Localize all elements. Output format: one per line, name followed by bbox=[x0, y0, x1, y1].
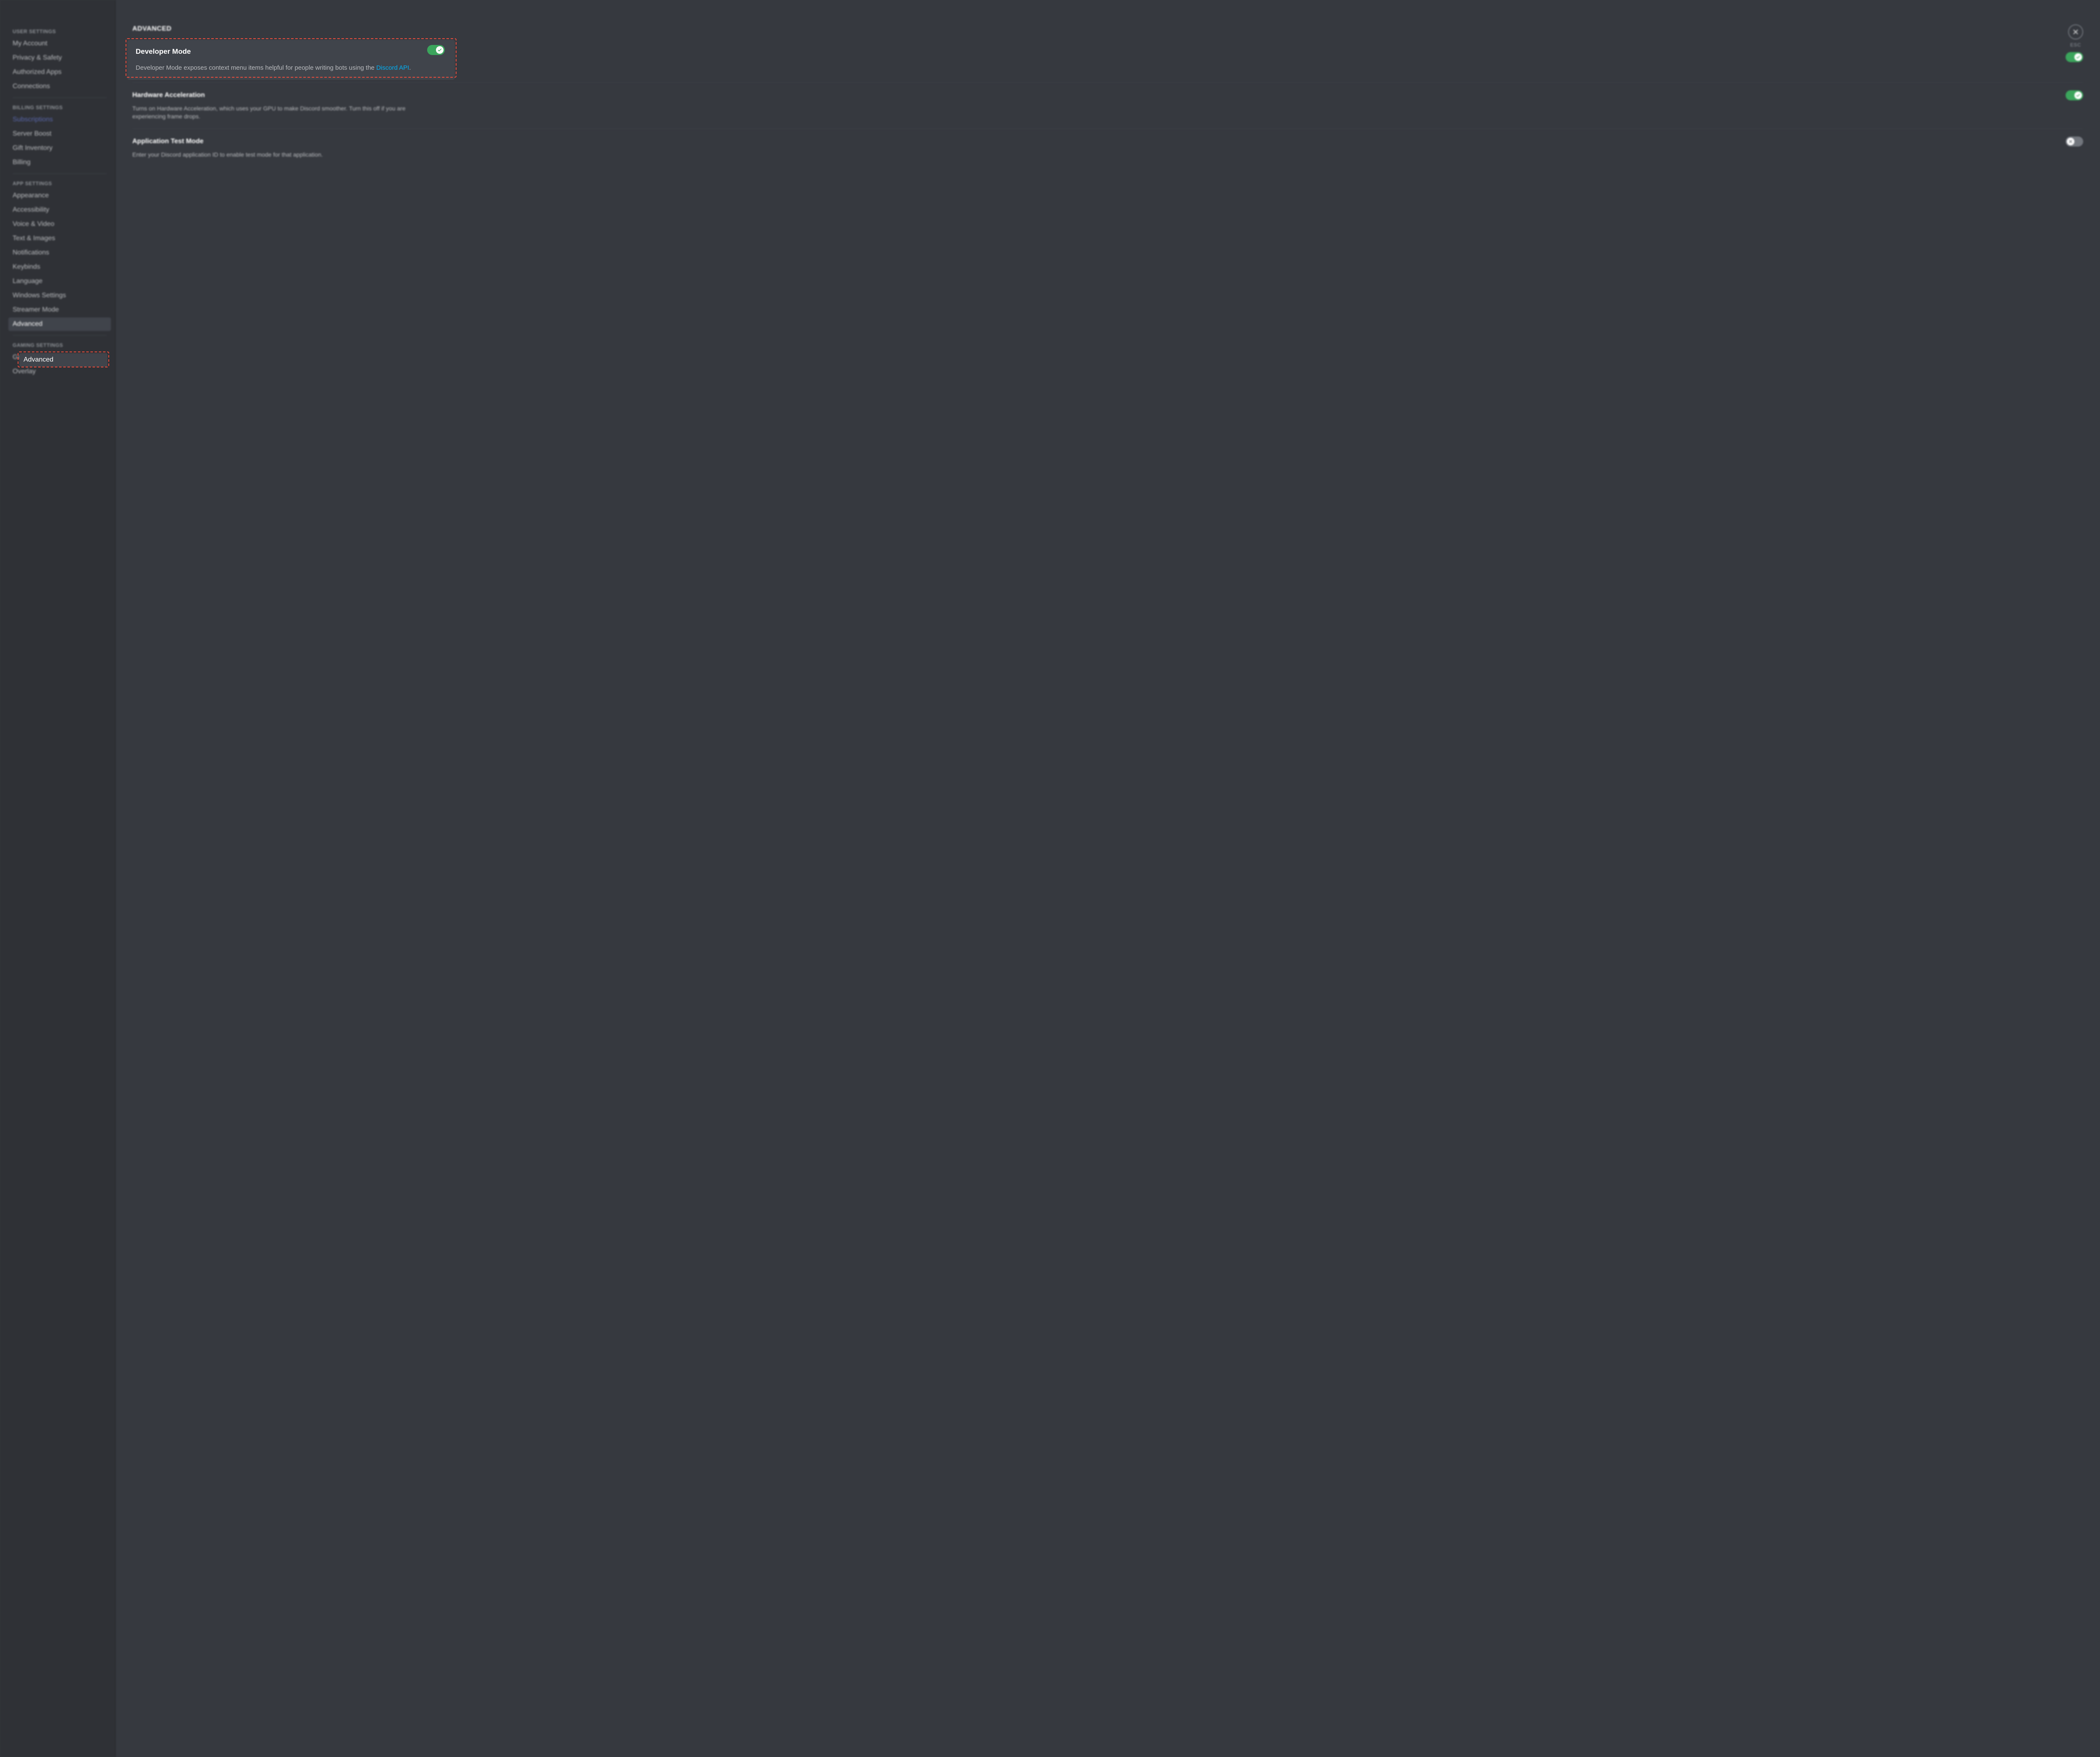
check-icon bbox=[2074, 92, 2082, 99]
section-header-gaming: GAMING SETTINGS bbox=[8, 339, 111, 350]
close-button[interactable] bbox=[2068, 24, 2083, 39]
setting-app-test-mode: Application Test Mode Enter your Discord… bbox=[132, 129, 2083, 167]
page-title: ADVANCED bbox=[132, 25, 2083, 33]
sidebar-item-game-activity[interactable]: Game Activity bbox=[8, 351, 111, 364]
settings-sidebar: USER SETTINGS My Account Privacy & Safet… bbox=[0, 0, 116, 1757]
sidebar-item-streamer-mode[interactable]: Streamer Mode bbox=[8, 303, 111, 317]
sidebar-item-gift-inventory[interactable]: Gift Inventory bbox=[8, 142, 111, 155]
setting-hardware-accel: Hardware Acceleration Turns on Hardware … bbox=[132, 83, 2083, 129]
divider bbox=[13, 335, 107, 336]
section-header-app: APP SETTINGS bbox=[8, 177, 111, 188]
setting-developer-mode: Developer Mode Developer Mode exposes co… bbox=[132, 45, 2083, 83]
sidebar-item-subscriptions[interactable]: Subscriptions bbox=[8, 113, 111, 126]
sidebar-item-windows-settings[interactable]: Windows Settings bbox=[8, 289, 111, 302]
sidebar-item-appearance[interactable]: Appearance bbox=[8, 189, 111, 202]
setting-title: Developer Mode bbox=[132, 53, 184, 61]
sidebar-item-overlay[interactable]: Overlay bbox=[8, 365, 111, 378]
sidebar-item-server-boost[interactable]: Server Boost bbox=[8, 127, 111, 141]
toggle-developer-mode[interactable] bbox=[2066, 52, 2083, 62]
close-icon bbox=[2072, 28, 2079, 36]
setting-title: Hardware Acceleration bbox=[132, 92, 205, 99]
sidebar-item-accessibility[interactable]: Accessibility bbox=[8, 203, 111, 217]
check-icon bbox=[2074, 53, 2082, 61]
sidebar-item-keybinds[interactable]: Keybinds bbox=[8, 260, 111, 274]
setting-desc: Developer Mode exposes context menu item… bbox=[132, 66, 426, 75]
divider bbox=[13, 173, 107, 174]
sidebar-item-voice-video[interactable]: Voice & Video bbox=[8, 218, 111, 231]
sidebar-item-connections[interactable]: Connections bbox=[8, 80, 111, 93]
close-label: ESC bbox=[2068, 42, 2083, 48]
settings-main: ADVANCED Developer Mode Developer Mode e… bbox=[116, 0, 2100, 1757]
sidebar-item-billing[interactable]: Billing bbox=[8, 156, 111, 169]
setting-desc: Enter your Discord application ID to ena… bbox=[132, 151, 426, 159]
discord-api-link[interactable]: Discord API bbox=[357, 67, 388, 73]
sidebar-item-notifications[interactable]: Notifications bbox=[8, 246, 111, 260]
section-header-user: USER SETTINGS bbox=[8, 25, 111, 36]
sidebar-item-authorized-apps[interactable]: Authorized Apps bbox=[8, 66, 111, 79]
toggle-hardware-accel[interactable] bbox=[2066, 90, 2083, 100]
sidebar-item-my-account[interactable]: My Account bbox=[8, 37, 111, 50]
sidebar-item-language[interactable]: Language bbox=[8, 275, 111, 288]
x-icon bbox=[2067, 138, 2074, 145]
divider bbox=[13, 97, 107, 98]
sidebar-item-privacy[interactable]: Privacy & Safety bbox=[8, 51, 111, 65]
setting-desc: Turns on Hardware Acceleration, which us… bbox=[132, 105, 426, 121]
sidebar-item-text-images[interactable]: Text & Images bbox=[8, 232, 111, 245]
toggle-app-test-mode[interactable] bbox=[2066, 136, 2083, 147]
sidebar-item-advanced[interactable]: Advanced bbox=[8, 317, 111, 331]
setting-title: Application Test Mode bbox=[132, 138, 203, 145]
section-header-billing: BILLING SETTINGS bbox=[8, 101, 111, 112]
close-area: ESC bbox=[2068, 24, 2083, 48]
